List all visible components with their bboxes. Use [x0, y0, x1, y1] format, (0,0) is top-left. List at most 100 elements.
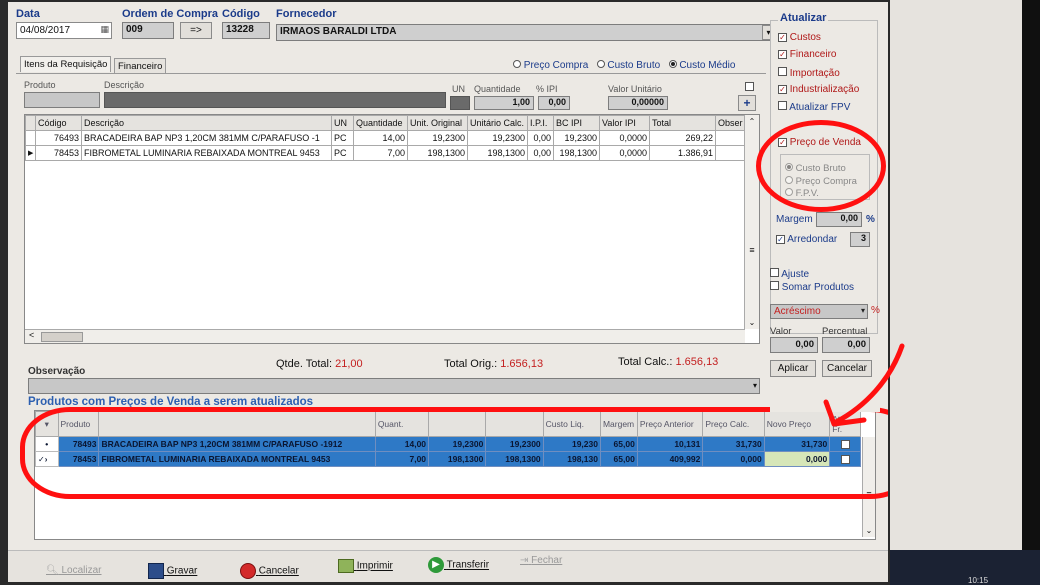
screen-edge: [1022, 0, 1040, 585]
chevron-down-icon[interactable]: ▾: [861, 306, 865, 315]
taskbar: 10:15: [890, 550, 1040, 585]
transfer-arrow-icon: ▶: [428, 557, 444, 573]
un-input[interactable]: [450, 96, 470, 110]
ipi-label: % IPI: [536, 84, 558, 94]
row-indicator-header: [25, 115, 36, 131]
scroll-up-icon[interactable]: ⌃: [745, 117, 759, 126]
date-field[interactable]: 04/08/2017 ▦: [16, 22, 112, 39]
observacao-scroll-icon[interactable]: ▾: [753, 381, 757, 390]
valor-input[interactable]: 0,00: [770, 337, 818, 353]
cell-total: 1.386,91: [649, 145, 716, 161]
bottom-toolbar: 🔍︎ Localizar Gravar Cancelar Imprimir ▶ …: [8, 550, 888, 582]
ajuste-checkbox[interactable]: [770, 268, 779, 277]
scroll-thumb[interactable]: [41, 332, 83, 342]
scroll-grip-icon[interactable]: ≡: [745, 245, 759, 255]
localizar-button[interactable]: 🔍︎ Localizar: [46, 565, 102, 576]
col-ipi[interactable]: I.P.I.: [527, 115, 554, 131]
check-custos[interactable]: ✓ Custos: [778, 32, 821, 43]
radio-custo-medio[interactable]: [668, 60, 677, 68]
calendar-icon[interactable]: ▦: [100, 24, 109, 35]
total-orig-value: 1.656,13: [500, 358, 544, 370]
somar-produtos-checkbox[interactable]: [770, 281, 779, 290]
margem-input[interactable]: 0,00: [816, 212, 862, 227]
table-row[interactable]: ▶ 78453 FIBROMETAL LUMINARIA REBAIXADA M…: [25, 145, 746, 161]
arredondar-input[interactable]: 3: [850, 232, 870, 247]
arredondar-checkbox[interactable]: ✓: [776, 235, 785, 244]
imprimir-button[interactable]: Imprimir: [338, 559, 393, 573]
cancelar-button[interactable]: Cancelar: [240, 563, 299, 579]
radio-preco-compra[interactable]: [513, 60, 521, 68]
ordem-field[interactable]: 009: [122, 22, 174, 39]
ordem-label: Ordem de Compra: [122, 8, 218, 20]
check-industrializacao[interactable]: ✓ Industrialização: [778, 84, 859, 95]
codigo-field[interactable]: 13228: [222, 22, 270, 39]
col-un[interactable]: UN: [331, 115, 354, 131]
col-obser[interactable]: Obser: [715, 115, 746, 131]
industrializacao-label: Industrialização: [789, 84, 860, 95]
printer-icon: [338, 559, 354, 573]
cell-un: PC: [331, 130, 354, 146]
check-ajuste[interactable]: Ajuste: [770, 268, 809, 280]
cell-obser: [715, 145, 746, 161]
check-atualizar-fpv[interactable]: Atualizar FPV: [778, 101, 850, 113]
col-unitario-calc[interactable]: Unitário Calc.: [467, 115, 528, 131]
cost-mode-group: Preço Compra Custo Bruto Custo Médio: [513, 60, 735, 71]
tab-itens-requisicao[interactable]: Itens da Requisição: [20, 56, 112, 72]
financeiro-checkbox[interactable]: ✓: [778, 50, 787, 59]
exit-icon: ⇥: [520, 555, 529, 566]
margem-label: Margem: [776, 214, 813, 225]
col-valor-ipi[interactable]: Valor IPI: [599, 115, 650, 131]
valor-unitario-input[interactable]: 0,00000: [608, 96, 668, 110]
atualizar-label: Atualizar: [778, 12, 829, 24]
industrializacao-checkbox[interactable]: ✓: [778, 85, 787, 94]
col-total[interactable]: Total: [649, 115, 716, 131]
add-item-button[interactable]: +: [738, 95, 756, 111]
radio-custo-medio-label: Custo Médio: [679, 60, 736, 71]
items-horizontal-scrollbar[interactable]: <: [25, 329, 745, 343]
check-financeiro[interactable]: ✓ Financeiro: [778, 49, 836, 60]
col-descricao[interactable]: Descrição: [81, 115, 332, 131]
ipi-input[interactable]: 0,00: [538, 96, 570, 110]
importacao-label: Importação: [789, 68, 840, 79]
cell-un: PC: [331, 145, 354, 161]
col-unit-original[interactable]: Unit. Original: [407, 115, 468, 131]
tab-financeiro[interactable]: Financeiro: [114, 58, 167, 74]
fornecedor-field[interactable]: IRMAOS BARALDI LTDA: [276, 24, 776, 41]
quantidade-input[interactable]: 1,00: [474, 96, 534, 110]
check-arredondar[interactable]: ✓ Arredondar: [776, 234, 837, 245]
descricao-input[interactable]: [104, 92, 446, 108]
fornecedor-label: Fornecedor: [276, 8, 337, 20]
entry-checkbox[interactable]: [745, 82, 754, 91]
check-importacao[interactable]: Importação: [778, 67, 840, 79]
gravar-button[interactable]: Gravar: [148, 563, 197, 579]
scroll-down-icon[interactable]: ⌄: [863, 526, 875, 535]
goto-order-button[interactable]: =>: [180, 22, 212, 39]
fechar-button[interactable]: ⇥ Fechar: [520, 555, 562, 566]
transferir-button[interactable]: ▶ Transferir: [428, 557, 489, 573]
observacao-input[interactable]: ▾: [28, 378, 760, 394]
date-value: 04/08/2017: [20, 25, 71, 36]
acrescimo-select[interactable]: Acréscimo ▾: [770, 304, 868, 319]
fechar-label: Fechar: [531, 555, 563, 566]
atualizar-panel: [890, 0, 1022, 550]
atualizar-fpv-checkbox[interactable]: [778, 101, 787, 110]
items-grid[interactable]: Código Descrição UN Quantidade Unit. Ori…: [24, 114, 760, 344]
table-row[interactable]: 76493 BRACADEIRA BAP NP3 1,20CM 381MM C/…: [25, 130, 746, 146]
importacao-checkbox[interactable]: [778, 67, 787, 76]
produto-input[interactable]: [24, 92, 100, 108]
aplicar-button[interactable]: Aplicar: [770, 360, 816, 377]
check-somar-produtos[interactable]: Somar Produtos: [770, 281, 854, 293]
radio-preco-compra-label: Preço Compra: [523, 60, 589, 71]
scroll-down-icon[interactable]: ⌄: [745, 318, 759, 327]
scroll-left-icon[interactable]: <: [29, 330, 34, 340]
col-bc-ipi[interactable]: BC IPI: [553, 115, 600, 131]
valor-label: Valor: [770, 326, 792, 337]
radio-custo-bruto[interactable]: [596, 60, 605, 68]
col-codigo[interactable]: Código: [35, 115, 82, 131]
custos-checkbox[interactable]: ✓: [778, 33, 787, 42]
cell-quantidade: 7,00: [353, 145, 408, 161]
items-vertical-scrollbar[interactable]: ⌃ ≡ ⌄: [744, 115, 759, 329]
cell-valor-ipi: 0,0000: [599, 145, 650, 161]
col-quantidade[interactable]: Quantidade: [353, 115, 408, 131]
radio-custo-bruto-label: Custo Bruto: [607, 60, 661, 71]
